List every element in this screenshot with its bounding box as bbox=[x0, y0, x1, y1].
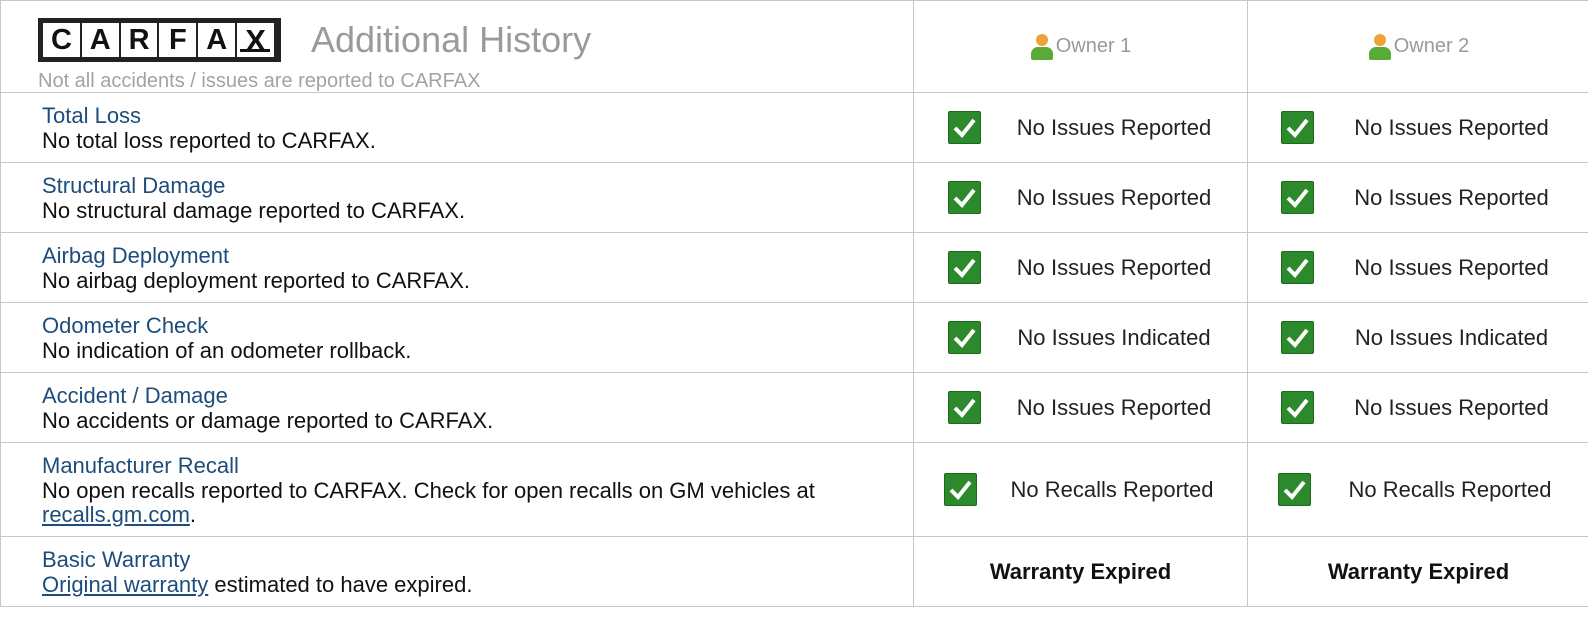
row-title: Airbag Deployment bbox=[42, 242, 230, 268]
row-title: Total Loss bbox=[42, 102, 142, 128]
status-text: No Recalls Reported bbox=[1348, 476, 1552, 502]
status-text: No Recalls Reported bbox=[1010, 476, 1214, 502]
check-icon bbox=[1281, 321, 1314, 354]
status-text: No Issues Indicated bbox=[1017, 324, 1211, 350]
check-icon bbox=[1278, 473, 1311, 506]
owner-2-status: No Issues Reported bbox=[1248, 111, 1588, 144]
owner-1-status: No Issues Reported bbox=[914, 391, 1247, 424]
owner-label: Owner 2 bbox=[1393, 35, 1470, 57]
check-icon bbox=[948, 111, 981, 144]
check-icon bbox=[948, 391, 981, 424]
header-row: C A R F A X Additional History Not all a… bbox=[0, 0, 1588, 93]
check-icon bbox=[1281, 391, 1314, 424]
check-icon bbox=[948, 321, 981, 354]
owner-2-status: No Recalls Reported bbox=[1248, 473, 1588, 506]
additional-history-panel: C A R F A X Additional History Not all a… bbox=[0, 0, 1588, 621]
owner-2-status: No Issues Reported bbox=[1248, 391, 1588, 424]
original-warranty-link[interactable]: Original warranty bbox=[42, 572, 208, 597]
logo-letter: C bbox=[43, 23, 80, 57]
owner-1-status: No Issues Reported bbox=[914, 111, 1247, 144]
row-description: No open recalls reported to CARFAX. Chec… bbox=[42, 477, 815, 527]
table-row: Basic Warranty Original warranty estimat… bbox=[0, 536, 1588, 607]
recalls-link[interactable]: recalls.gm.com bbox=[42, 502, 190, 527]
check-icon bbox=[948, 181, 981, 214]
logo-letter: R bbox=[120, 23, 158, 57]
logo-letter: A bbox=[81, 23, 119, 57]
check-icon bbox=[1281, 111, 1314, 144]
status-text: No Issues Reported bbox=[1016, 254, 1212, 280]
row-description: No indication of an odometer rollback. bbox=[42, 337, 412, 363]
status-text: No Issues Reported bbox=[1354, 394, 1549, 420]
row-description: No total loss reported to CARFAX. bbox=[42, 127, 376, 153]
owner-label: Owner 1 bbox=[1055, 35, 1132, 57]
table-row: Total Loss No total loss reported to CAR… bbox=[0, 92, 1588, 163]
row-title: Structural Damage bbox=[42, 172, 226, 198]
row-title: Odometer Check bbox=[42, 312, 209, 338]
owner-2-status: No Issues Indicated bbox=[1248, 321, 1588, 354]
row-description: No airbag deployment reported to CARFAX. bbox=[42, 267, 471, 293]
warranty-status: Warranty Expired bbox=[1327, 558, 1510, 584]
logo-letter: A bbox=[198, 23, 236, 57]
row-title: Basic Warranty bbox=[42, 546, 191, 572]
table-row: Airbag Deployment No airbag deployment r… bbox=[0, 232, 1588, 303]
table-row: Manufacturer Recall No open recalls repo… bbox=[0, 442, 1588, 537]
table-row: Odometer Check No indication of an odome… bbox=[0, 302, 1588, 373]
check-icon bbox=[944, 473, 977, 506]
owner-2-header: Owner 2 bbox=[1248, 33, 1588, 60]
carfax-logo: C A R F A X bbox=[38, 18, 281, 62]
row-title: Accident / Damage bbox=[42, 382, 228, 408]
person-icon bbox=[1368, 33, 1392, 60]
owner-2-status: No Issues Reported bbox=[1248, 181, 1588, 214]
row-description: No accidents or damage reported to CARFA… bbox=[42, 407, 494, 433]
logo-letter: F bbox=[159, 23, 197, 57]
status-text: No Issues Reported bbox=[1354, 184, 1549, 210]
owner-1-status: No Issues Reported bbox=[914, 251, 1247, 284]
section-title: Additional History bbox=[311, 19, 592, 60]
row-description: No structural damage reported to CARFAX. bbox=[42, 197, 466, 223]
owner-1-status: No Issues Indicated bbox=[914, 321, 1247, 354]
row-description: Original warranty estimated to have expi… bbox=[42, 571, 473, 597]
table-row: Accident / Damage No accidents or damage… bbox=[0, 372, 1588, 443]
row-title: Manufacturer Recall bbox=[42, 452, 239, 478]
status-text: No Issues Reported bbox=[1016, 114, 1212, 140]
person-icon bbox=[1030, 33, 1054, 60]
history-table: C A R F A X Additional History Not all a… bbox=[0, 0, 1588, 607]
owner-2-status: No Issues Reported bbox=[1248, 251, 1588, 284]
table-row: Structural Damage No structural damage r… bbox=[0, 162, 1588, 233]
status-text: No Issues Reported bbox=[1016, 394, 1212, 420]
status-text: No Issues Reported bbox=[1354, 254, 1549, 280]
section-subtitle: Not all accidents / issues are reported … bbox=[38, 70, 481, 92]
warranty-status: Warranty Expired bbox=[989, 558, 1172, 584]
check-icon bbox=[1281, 251, 1314, 284]
check-icon bbox=[948, 251, 981, 284]
owner-1-header: Owner 1 bbox=[914, 33, 1247, 60]
check-icon bbox=[1281, 181, 1314, 214]
status-text: No Issues Indicated bbox=[1354, 324, 1549, 350]
status-text: No Issues Reported bbox=[1016, 184, 1212, 210]
logo-letter: X bbox=[245, 22, 266, 58]
status-text: No Issues Reported bbox=[1354, 114, 1549, 140]
owner-1-status: No Issues Reported bbox=[914, 181, 1247, 214]
owner-1-status: No Recalls Reported bbox=[914, 473, 1247, 506]
